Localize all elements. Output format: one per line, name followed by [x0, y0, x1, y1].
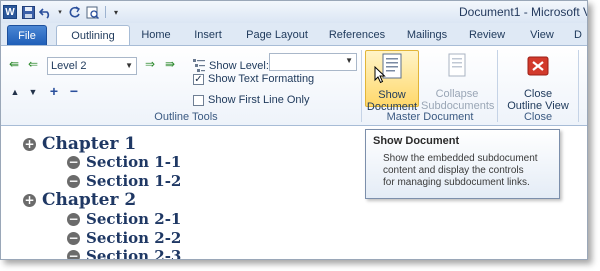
show-text-formatting-label: Show Text Formatting — [208, 73, 315, 85]
collapse-subdocuments-icon — [448, 53, 466, 77]
tab-review[interactable]: Review — [466, 25, 508, 45]
promote-to-heading-1-icon[interactable]: ⇚ — [7, 58, 21, 70]
show-first-line-only-option[interactable]: Show First Line Only — [193, 94, 309, 106]
chevron-down-icon: ▼ — [125, 61, 133, 70]
outline-item[interactable]: − Section 2-2 — [67, 229, 181, 247]
outline-item[interactable]: + Chapter 1 — [23, 134, 136, 154]
expand-symbol-icon[interactable]: + — [23, 193, 36, 207]
show-level-icon — [193, 59, 205, 72]
collapse-symbol-icon[interactable]: − — [67, 231, 80, 245]
word-app-icon[interactable]: W — [3, 5, 17, 19]
title-bar: W ▾ ▾ Document1 - Microsoft V — [1, 1, 587, 23]
undo-icon[interactable] — [39, 5, 53, 19]
print-preview-icon[interactable] — [85, 5, 99, 19]
show-text-formatting-option[interactable]: ✓ Show Text Formatting — [193, 73, 314, 85]
outline-item[interactable]: + Chapter 2 — [23, 190, 136, 210]
ribbon: ⇚ ⇐ Level 2 ▼ ⇒ ⇛ ▲ ▼ + − Show Level: ▼ … — [1, 45, 587, 126]
close-group-label: Close — [523, 111, 553, 123]
customize-toolbar-icon[interactable]: ▾ — [112, 5, 120, 19]
tooltip-body: Show the embedded subdocument content an… — [383, 153, 552, 189]
tab-references[interactable]: References — [326, 25, 388, 45]
expand-icon[interactable]: + — [47, 84, 61, 98]
outline-text[interactable]: Chapter 2 — [42, 190, 136, 210]
outline-text[interactable]: Section 1-2 — [86, 172, 181, 190]
outline-item[interactable]: − Section 2-1 — [67, 210, 181, 228]
collapse-icon[interactable]: − — [67, 84, 81, 98]
demote-icon[interactable]: ⇒ — [143, 58, 157, 70]
show-level-select[interactable]: ▼ — [269, 53, 357, 71]
show-text-formatting-checkbox[interactable]: ✓ — [193, 73, 204, 85]
show-first-line-only-checkbox[interactable] — [193, 94, 204, 106]
outline-text[interactable]: Section 1-1 — [86, 153, 181, 171]
mouse-cursor-icon — [374, 66, 386, 84]
tab-file[interactable]: File — [7, 25, 47, 45]
tab-page-layout[interactable]: Page Layout — [243, 25, 311, 45]
move-down-icon[interactable]: ▼ — [26, 86, 40, 98]
outline-tools-group-label: Outline Tools — [154, 111, 218, 123]
show-level-label: Show Level: — [209, 60, 269, 72]
group-separator — [361, 50, 362, 122]
ribbon-tabs: File Outlining Home Insert Page Layout R… — [1, 23, 587, 46]
collapse-symbol-icon[interactable]: − — [67, 212, 80, 226]
tooltip-title: Show Document — [373, 135, 460, 147]
collapse-symbol-icon[interactable]: − — [67, 249, 80, 259]
tab-home[interactable]: Home — [137, 25, 175, 45]
collapse-symbol-icon[interactable]: − — [67, 174, 80, 188]
tooltip-line: content and display the controls — [383, 165, 524, 176]
tooltip-line: for managing subdocument links. — [383, 177, 530, 188]
outline-text[interactable]: Section 2-3 — [86, 247, 181, 259]
move-up-icon[interactable]: ▲ — [8, 86, 22, 98]
outline-level-select[interactable]: Level 2 ▼ — [47, 57, 137, 75]
window-title: Document1 - Microsoft V — [459, 5, 588, 19]
word-window: W ▾ ▾ Document1 - Microsoft V File Outli… — [0, 0, 588, 260]
outline-level-value: Level 2 — [51, 60, 87, 72]
outline-item[interactable]: − Section 1-1 — [67, 153, 181, 171]
expand-symbol-icon[interactable]: + — [23, 137, 36, 151]
group-separator — [497, 50, 498, 122]
close-outline-view-button[interactable]: Close Outline View — [501, 50, 575, 112]
show-first-line-only-label: Show First Line Only — [208, 94, 310, 106]
tab-outlining[interactable]: Outlining — [56, 25, 130, 46]
promote-icon[interactable]: ⇐ — [26, 58, 40, 70]
show-document-label-1: Show — [378, 89, 406, 101]
outline-text[interactable]: Section 2-1 — [86, 210, 181, 228]
save-icon[interactable] — [21, 5, 35, 19]
redo-icon[interactable] — [67, 5, 81, 19]
outline-text[interactable]: Chapter 1 — [42, 134, 136, 154]
tooltip-line: Show the embedded subdocument — [383, 153, 538, 164]
close-icon — [527, 56, 549, 76]
master-document-group-label: Master Document — [386, 111, 474, 123]
quick-access-toolbar: W ▾ ▾ — [3, 4, 120, 20]
group-separator — [578, 50, 579, 122]
close-label-1: Close — [523, 88, 553, 100]
toolbar-separator — [105, 6, 106, 18]
collapse-label-1: Collapse — [435, 88, 479, 100]
demote-to-body-text-icon[interactable]: ⇛ — [163, 58, 177, 70]
tab-view[interactable]: View — [525, 25, 559, 45]
undo-dropdown-icon[interactable]: ▾ — [57, 5, 63, 19]
outline-item[interactable]: − Section 1-2 — [67, 172, 181, 190]
tab-partial[interactable]: D — [571, 25, 585, 45]
collapse-subdocuments-button[interactable]: Collapse Subdocuments — [421, 50, 494, 112]
collapse-symbol-icon[interactable]: − — [67, 155, 80, 169]
tab-insert[interactable]: Insert — [189, 25, 227, 45]
outline-text[interactable]: Section 2-2 — [86, 229, 181, 247]
show-document-tooltip: Show Document Show the embedded subdocum… — [365, 129, 560, 199]
tab-mailings[interactable]: Mailings — [403, 25, 451, 45]
chevron-down-icon: ▼ — [345, 56, 353, 65]
outline-item[interactable]: − Section 2-3 — [67, 247, 181, 259]
